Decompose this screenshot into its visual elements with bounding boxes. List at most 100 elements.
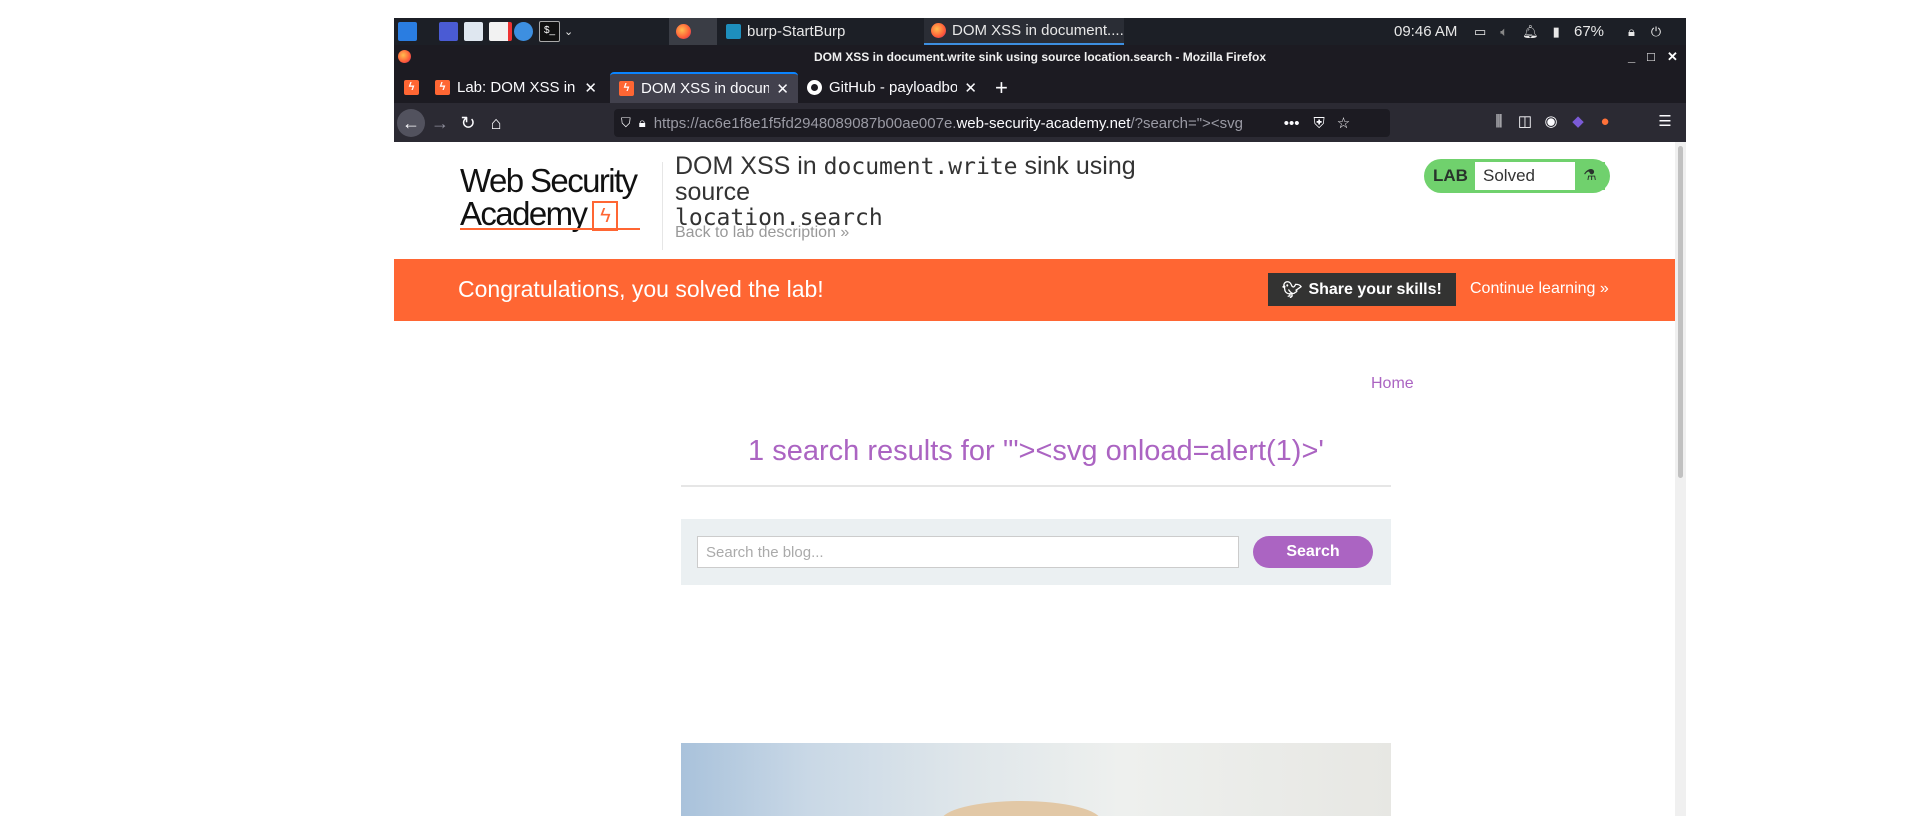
taskbar-window-firefox[interactable]: DOM XSS in document.... bbox=[924, 18, 1124, 45]
share-skills-label: Share your skills! bbox=[1308, 280, 1442, 298]
tab-close-icon[interactable]: ✕ bbox=[776, 80, 789, 98]
continue-learning-link[interactable]: Continue learning » bbox=[1470, 280, 1609, 298]
extension-icon[interactable]: ◆ bbox=[1569, 113, 1587, 131]
portswigger-favicon-icon: ϟ bbox=[619, 81, 634, 96]
foxyproxy-icon[interactable]: ● bbox=[1596, 113, 1614, 131]
home-button[interactable]: ⌂ bbox=[482, 109, 510, 137]
maximize-icon[interactable]: □ bbox=[1647, 45, 1655, 69]
search-results-heading: 1 search results for '"><svg onload=aler… bbox=[748, 435, 1324, 467]
blog-post-image[interactable] bbox=[681, 743, 1391, 816]
url-domain: web-security-academy.net bbox=[956, 114, 1131, 132]
clock[interactable]: 09:46 AM bbox=[1394, 23, 1457, 40]
taskbar-firefox-launcher[interactable] bbox=[669, 18, 717, 45]
tab-strip: ϟ ϟ Lab: DOM XSS in docume ✕ ϟ DOM XSS i… bbox=[394, 69, 1686, 103]
sidebar-icon[interactable]: ◫ bbox=[1516, 113, 1534, 131]
reload-button[interactable]: ↻ bbox=[454, 109, 482, 137]
home-icon: ⌂ bbox=[490, 113, 502, 133]
logo-bolt-icon: ϟ bbox=[592, 201, 619, 232]
file-manager-icon[interactable] bbox=[464, 18, 483, 45]
tracking-shield-icon[interactable]: ⛉ bbox=[621, 115, 631, 131]
github-favicon-icon bbox=[807, 80, 822, 95]
volume-icon[interactable]: 🔈︎ bbox=[1500, 24, 1508, 40]
page-content: Web Security Academy ϟ DOM XSS in documen… bbox=[394, 142, 1675, 816]
bookmark-star-icon[interactable]: ☆ bbox=[1337, 114, 1350, 132]
lab-status-widget: LAB Solved ⚗ bbox=[1424, 159, 1610, 193]
logo-line2: Academy bbox=[460, 195, 588, 232]
logo-underline bbox=[460, 228, 640, 230]
tab-pinned-portswigger[interactable]: ϟ bbox=[398, 72, 426, 103]
chevron-down-icon[interactable]: ⌄ bbox=[564, 25, 573, 38]
taskbar-window-label: burp-StartBurp bbox=[747, 23, 846, 40]
burp-icon bbox=[726, 24, 741, 39]
tab-label: DOM XSS in document.w bbox=[641, 80, 769, 97]
tab-close-icon[interactable]: ✕ bbox=[964, 79, 977, 97]
desktop-screen: $_ ⌄ burp-StartBurp DOM XSS in document.… bbox=[394, 18, 1686, 816]
portswigger-favicon-icon: ϟ bbox=[404, 80, 419, 95]
search-button[interactable]: Search bbox=[1253, 536, 1373, 568]
lab-title: DOM XSS in document.write sink using sou… bbox=[675, 154, 1215, 231]
tab-lab-description[interactable]: ϟ Lab: DOM XSS in docume ✕ bbox=[426, 72, 606, 103]
taskbar-window-label: DOM XSS in document.... bbox=[952, 22, 1124, 39]
library-icon[interactable]: ⫼ bbox=[1490, 113, 1508, 131]
search-panel: Search bbox=[681, 519, 1391, 585]
page-scrollbar[interactable] bbox=[1675, 142, 1686, 816]
plus-icon: + bbox=[995, 74, 1008, 100]
new-tab-button[interactable]: + bbox=[990, 72, 1020, 103]
page-actions-menu-icon[interactable]: ••• bbox=[1284, 115, 1300, 132]
share-skills-button[interactable]: 🐦︎ Share your skills! bbox=[1268, 273, 1456, 306]
navigation-toolbar: ← → ↻ ⌂ ⛉ 🔒︎ https://ac6e1f8e1f5fd294808… bbox=[394, 103, 1686, 142]
terminal-icon[interactable]: $_ ⌄ bbox=[539, 18, 573, 45]
firefox-icon bbox=[931, 23, 946, 38]
flask-icon: ⚗ bbox=[1575, 162, 1605, 190]
close-icon[interactable]: ✕ bbox=[1667, 45, 1678, 69]
kali-menu-icon[interactable] bbox=[398, 18, 417, 45]
logo-line1: Web Security bbox=[460, 162, 638, 199]
workspace-icon[interactable] bbox=[439, 18, 458, 45]
minimize-icon[interactable]: _ bbox=[1628, 45, 1635, 69]
web-security-academy-logo[interactable]: Web Security Academy ϟ bbox=[460, 162, 638, 232]
browser-icon[interactable] bbox=[514, 18, 533, 45]
arrow-left-icon: ← bbox=[402, 113, 420, 133]
tab-close-icon[interactable]: ✕ bbox=[584, 79, 597, 97]
tab-github[interactable]: GitHub - payloadbox/xss ✕ bbox=[798, 72, 986, 103]
header-divider bbox=[662, 162, 663, 250]
pocket-icon[interactable]: ⛨ bbox=[1313, 115, 1324, 132]
lock-icon[interactable]: 🔒︎ bbox=[1628, 24, 1635, 40]
image-detail bbox=[941, 801, 1101, 816]
taskbar: $_ ⌄ burp-StartBurp DOM XSS in document.… bbox=[394, 18, 1686, 45]
power-icon[interactable]: ⏻ bbox=[1651, 24, 1661, 40]
portswigger-favicon-icon: ϟ bbox=[435, 80, 450, 95]
notification-bell-icon[interactable]: 🔔︎ bbox=[1522, 24, 1539, 40]
tab-label: GitHub - payloadbox/xss bbox=[829, 79, 958, 96]
firefox-icon bbox=[676, 24, 691, 39]
twitter-icon: 🐦︎ bbox=[1282, 281, 1303, 299]
arrow-right-icon: → bbox=[431, 113, 449, 133]
battery-icon[interactable]: ▮ bbox=[1553, 24, 1560, 40]
home-link[interactable]: Home bbox=[1371, 375, 1414, 393]
text-editor-icon[interactable] bbox=[489, 18, 512, 45]
back-to-lab-description-link[interactable]: Back to lab description » bbox=[675, 224, 849, 242]
scrollbar-thumb[interactable] bbox=[1678, 146, 1683, 478]
back-button[interactable]: ← bbox=[397, 109, 425, 137]
solved-banner: Congratulations, you solved the lab! 🐦︎ … bbox=[394, 259, 1675, 321]
lock-icon[interactable]: 🔒︎ bbox=[639, 115, 646, 131]
url-prefix: https://ac6e1f8e1f5fd2948089087b00ae007e… bbox=[653, 114, 957, 132]
congratulations-message: Congratulations, you solved the lab! bbox=[458, 276, 824, 302]
url-suffix: /?search="><svg bbox=[1130, 114, 1243, 132]
tab-label: Lab: DOM XSS in docume bbox=[457, 79, 577, 96]
tab-dom-xss-active[interactable]: ϟ DOM XSS in document.w ✕ bbox=[610, 72, 798, 103]
hamburger-menu-icon[interactable]: ☰ bbox=[1656, 113, 1674, 131]
taskbar-window-burp[interactable]: burp-StartBurp bbox=[719, 18, 879, 45]
window-titlebar: DOM XSS in document.write sink using sou… bbox=[394, 45, 1686, 69]
url-text[interactable]: https://ac6e1f8e1f5fd2948089087b00ae007e… bbox=[654, 115, 1274, 132]
display-icon[interactable]: ▭ bbox=[1474, 24, 1486, 40]
forward-button[interactable]: → bbox=[426, 109, 454, 137]
lab-status-text: Solved bbox=[1475, 162, 1575, 190]
window-title: DOM XSS in document.write sink using sou… bbox=[813, 50, 1267, 64]
lab-badge: LAB bbox=[1433, 166, 1468, 185]
account-icon[interactable]: ◉ bbox=[1542, 113, 1560, 131]
lab-title-code: document.write bbox=[823, 154, 1018, 180]
search-input[interactable] bbox=[697, 536, 1239, 568]
firefox-icon bbox=[398, 50, 411, 63]
url-bar[interactable]: ⛉ 🔒︎ https://ac6e1f8e1f5fd2948089087b00a… bbox=[614, 109, 1390, 137]
